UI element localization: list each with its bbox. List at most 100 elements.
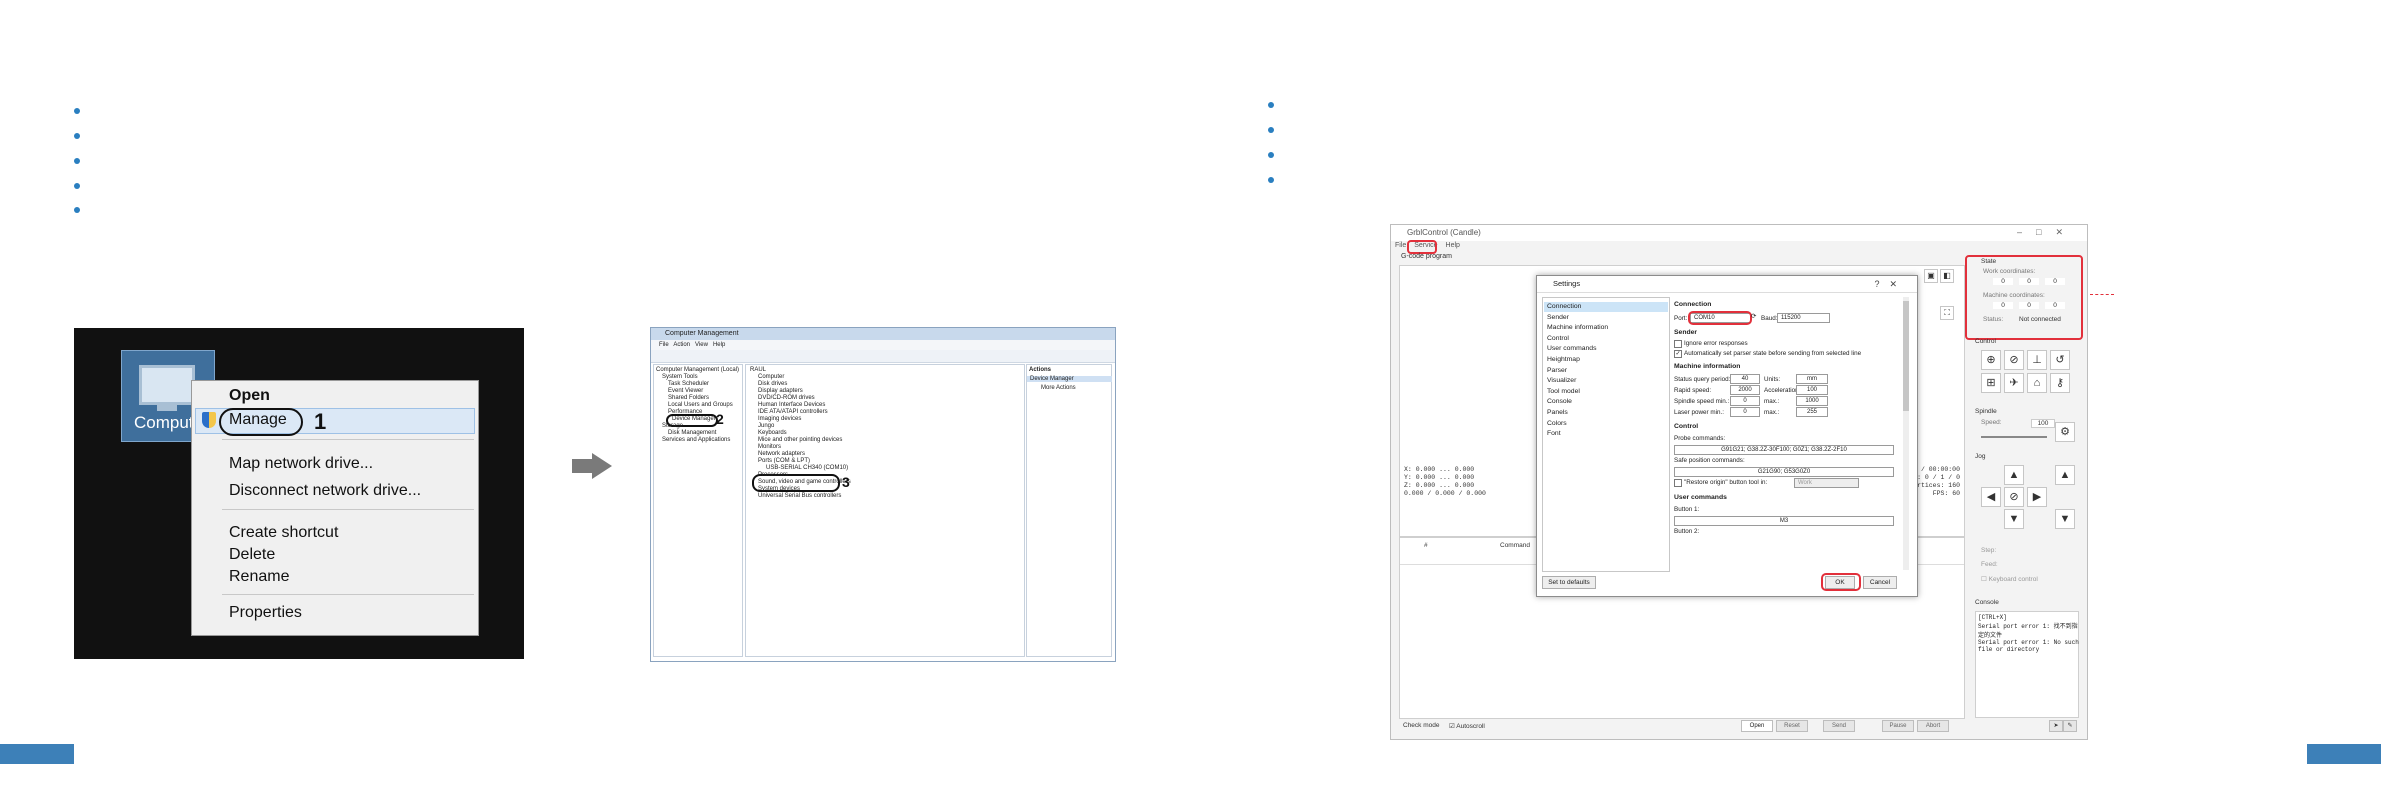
menu-help[interactable]: Help [1446, 242, 1460, 249]
nav-item-parser[interactable]: Parser [1547, 367, 1567, 374]
probe-commands-field[interactable]: G91G21; G38.2Z-30F100; G0Z1; G38.2Z-2F10 [1674, 445, 1894, 455]
jog-z-down-icon[interactable]: ▼ [2055, 509, 2075, 529]
laser-min-field[interactable]: 0 [1730, 407, 1760, 417]
settings-scrollbar[interactable] [1903, 297, 1909, 570]
tree-item[interactable]: Shared Folders [668, 395, 709, 401]
tree-item[interactable]: Services and Applications [662, 437, 730, 443]
device-item[interactable]: Imaging devices [758, 416, 801, 422]
nav-item-sender[interactable]: Sender [1547, 314, 1569, 321]
reset-button[interactable]: Reset [1776, 720, 1808, 732]
nav-item-user-commands[interactable]: User commands [1547, 345, 1596, 352]
device-item[interactable]: DVD/CD-ROM drives [758, 395, 815, 401]
device-root[interactable]: RAUL [750, 367, 766, 373]
spindle-min-field[interactable]: 0 [1730, 396, 1760, 406]
spindle-toggle-icon[interactable]: ⚙ [2055, 422, 2075, 442]
zero-z-icon[interactable]: ⊥ [2027, 350, 2047, 370]
cancel-button[interactable]: Cancel [1863, 576, 1897, 589]
nav-item-tool-model[interactable]: Tool model [1547, 388, 1580, 395]
device-item[interactable]: Network adapters [758, 451, 805, 457]
jog-left-icon[interactable]: ◀ [1981, 487, 2001, 507]
menu-item-disconnect-network-drive[interactable]: Disconnect network drive... [229, 482, 421, 500]
device-item[interactable]: Monitors [758, 444, 781, 450]
nav-item-font[interactable]: Font [1547, 430, 1561, 437]
nav-item-connection[interactable]: Connection [1547, 303, 1581, 310]
view-iso-icon[interactable]: ◧ [1940, 269, 1954, 283]
check-mode-label[interactable]: Check mode [1403, 722, 1440, 729]
run-icon[interactable]: ✈ [2004, 373, 2024, 393]
safe-position-icon[interactable]: ⊞ [1981, 373, 2001, 393]
device-item[interactable]: Sound, video and game controllers [758, 479, 851, 485]
view-fit-icon[interactable]: ⛶ [1940, 306, 1954, 320]
open-button[interactable]: Open [1741, 720, 1773, 732]
acceleration-field[interactable]: 100 [1796, 385, 1828, 395]
button1-field[interactable]: M3 [1674, 516, 1894, 526]
nav-item-machine-information[interactable]: Machine information [1547, 324, 1608, 331]
jog-up-icon[interactable]: ▲ [2004, 465, 2024, 485]
menu-item-properties[interactable]: Properties [229, 604, 302, 622]
menu-file[interactable]: File [1395, 242, 1406, 249]
nav-item-panels[interactable]: Panels [1547, 409, 1568, 416]
menu-item-open[interactable]: Open [229, 387, 270, 405]
menu-file[interactable]: File [659, 342, 669, 348]
tree-item[interactable]: Event Viewer [668, 388, 703, 394]
jog-z-up-icon[interactable]: ▲ [2055, 465, 2075, 485]
nav-item-colors[interactable]: Colors [1547, 420, 1567, 427]
console-send-icon[interactable]: ➤ [2049, 720, 2063, 732]
menu-action[interactable]: Action [673, 342, 690, 348]
view-cube-icon[interactable]: ▣ [1924, 269, 1938, 283]
menu-help[interactable]: Help [713, 342, 725, 348]
window-controls[interactable]: –□✕ [2017, 227, 2077, 238]
nav-item-visualizer[interactable]: Visualizer [1547, 377, 1576, 384]
tree-item[interactable]: Local Users and Groups [668, 402, 733, 408]
device-item[interactable]: Display adapters [758, 388, 803, 394]
menu-item-rename[interactable]: Rename [229, 568, 289, 586]
send-button[interactable]: Send [1823, 720, 1855, 732]
device-item[interactable]: Processors [758, 472, 788, 478]
restore-origin-icon[interactable]: ↺ [2050, 350, 2070, 370]
pause-button[interactable]: Pause [1882, 720, 1914, 732]
spindle-max-field[interactable]: 1000 [1796, 396, 1828, 406]
scrollbar-thumb[interactable] [1903, 301, 1909, 411]
menu-item-delete[interactable]: Delete [229, 546, 275, 564]
device-item[interactable]: Disk drives [758, 381, 787, 387]
safe-position-field[interactable]: G21G90; G53G0Z0 [1674, 467, 1894, 477]
menu-item-map-network-drive[interactable]: Map network drive... [229, 455, 373, 473]
action-device-manager[interactable]: Device Manager [1027, 376, 1112, 382]
status-query-field[interactable]: 40 [1730, 374, 1760, 384]
tree-item[interactable]: System Tools [662, 374, 698, 380]
tree-item[interactable]: Disk Management [668, 430, 716, 436]
spindle-slider[interactable] [1981, 436, 2047, 438]
speed-value[interactable]: 100 [2031, 419, 2055, 428]
jog-stop-icon[interactable]: ⊘ [2004, 487, 2024, 507]
set-defaults-button[interactable]: Set to defaults [1542, 576, 1596, 589]
nav-item-console[interactable]: Console [1547, 398, 1572, 405]
unlock-icon[interactable]: ⚷ [2050, 373, 2070, 393]
units-select[interactable]: mm [1796, 374, 1828, 384]
device-item[interactable]: Ports (COM & LPT) [758, 458, 810, 464]
device-item[interactable]: System devices [758, 486, 800, 492]
laser-max-field[interactable]: 255 [1796, 407, 1828, 417]
menu-item-create-shortcut[interactable]: Create shortcut [229, 524, 338, 542]
jog-down-icon[interactable]: ▼ [2004, 509, 2024, 529]
menu-view[interactable]: View [695, 342, 708, 348]
ignore-errors-checkbox[interactable] [1674, 340, 1682, 348]
action-more-actions[interactable]: More Actions [1041, 385, 1076, 391]
probe-icon[interactable]: ⊕ [1981, 350, 2001, 370]
home-icon[interactable]: ⌂ [2027, 373, 2047, 393]
device-item-usb-serial[interactable]: USB-SERIAL CH340 (COM10) [766, 465, 848, 471]
console-clear-icon[interactable]: ✎ [2063, 720, 2077, 732]
nav-item-heightmap[interactable]: Heightmap [1547, 356, 1580, 363]
device-item[interactable]: Jungo [758, 423, 774, 429]
keyboard-control-checkbox[interactable]: ☐ Keyboard control [1981, 575, 2038, 583]
autoscroll-checkbox[interactable]: ☑ Autoscroll [1449, 722, 1485, 730]
tree-item[interactable]: Storage [662, 423, 683, 429]
restore-origin-checkbox[interactable] [1674, 479, 1682, 487]
abort-button[interactable]: Abort [1917, 720, 1949, 732]
device-item[interactable]: Mice and other pointing devices [758, 437, 842, 443]
device-item[interactable]: Computer [758, 374, 784, 380]
tree-item[interactable]: Task Scheduler [668, 381, 709, 387]
device-item[interactable]: Universal Serial Bus controllers [758, 493, 841, 499]
zero-xy-icon[interactable]: ⊘ [2004, 350, 2024, 370]
device-item[interactable]: Human Interface Devices [758, 402, 825, 408]
restore-origin-select[interactable]: Work [1794, 478, 1859, 488]
